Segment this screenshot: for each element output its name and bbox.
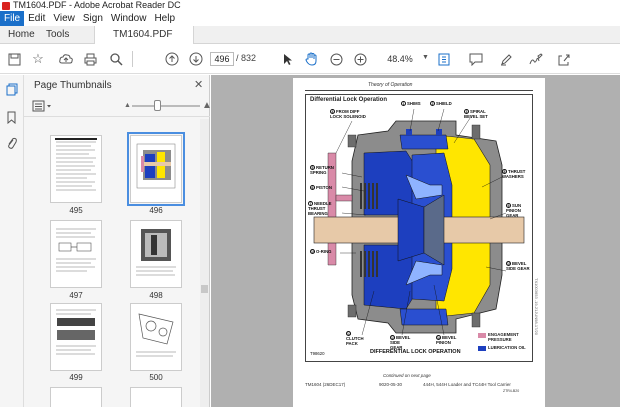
callout-sun-pinion-gear: 9 SUN PINION GEAR	[506, 203, 522, 218]
search-icon[interactable]	[108, 51, 124, 67]
menu-file[interactable]: File	[0, 11, 25, 26]
panel-title: Page Thumbnails	[34, 80, 112, 91]
header-rule	[305, 90, 533, 91]
zoom-level-field[interactable]: 48.4%	[380, 52, 420, 66]
bookmarks-icon[interactable]	[6, 111, 18, 125]
figure-frame: Differential Lock Operation 1 SHIMS 2 SH…	[305, 94, 533, 362]
footer-page-code: 9020-05-30	[379, 382, 403, 387]
footer-continued: Continued on next page	[383, 373, 431, 378]
callout-shield: 2 SHIELD	[430, 101, 452, 106]
callout-from-diff-lock: 4 FROM DIFF LOCK SOLENOID	[330, 109, 366, 119]
tab-tools[interactable]: Tools	[38, 26, 94, 44]
thumbnail-page-498[interactable]	[130, 220, 182, 288]
thumbnail-label: 499	[69, 373, 83, 382]
menu-bar: File Edit View Sign Window Help	[0, 11, 620, 26]
page-number-input[interactable]: 496	[210, 52, 234, 66]
thumbnail-page-next[interactable]	[50, 387, 102, 407]
share-icon[interactable]	[556, 51, 572, 67]
thumbnail-page-496[interactable]	[127, 132, 185, 206]
next-page-icon[interactable]	[188, 51, 204, 67]
menu-edit[interactable]: Edit	[24, 11, 49, 26]
callout-bevel-side-gear: 13BEVEL SIDE GEAR	[390, 335, 411, 350]
thumbnail-options-menu-icon[interactable]	[32, 100, 54, 112]
small-thumbnail-mountain-icon: ▲	[124, 102, 131, 109]
highlight-pen-icon[interactable]	[498, 51, 514, 67]
menu-window[interactable]: Window	[107, 11, 151, 26]
upload-cloud-icon[interactable]	[58, 51, 74, 67]
legend-swatch-engagement	[478, 333, 486, 338]
tab-bar: Home Tools TM1604.PDF	[0, 26, 620, 44]
footer-product: 444H, 544H Loader and TC44H Tool Carrier	[423, 382, 511, 387]
fit-page-icon[interactable]	[436, 51, 452, 67]
sign-icon[interactable]	[528, 51, 544, 67]
document-viewport[interactable]: Theory of Operation Differential Lock Op…	[211, 75, 620, 407]
left-navigation-rail	[0, 75, 24, 407]
thumbnail-page-next[interactable]	[130, 387, 182, 407]
side-reference-id: TX1003653 -19-21JUN98-17/20	[534, 278, 539, 335]
close-panel-icon[interactable]: ✕	[194, 78, 203, 91]
zoom-out-icon[interactable]	[328, 51, 344, 67]
window-title: TM1604.PDF - Adobe Acrobat Reader DC	[13, 0, 181, 10]
thumbnail-page-500[interactable]	[130, 303, 182, 371]
legend-engagement-pressure: ENGAGEMENT PRESSURE	[488, 332, 519, 342]
callout-return-spring: 5 RETURN SPRING	[310, 165, 334, 175]
figure-caption: DIFFERENTIAL LOCK OPERATION	[370, 349, 461, 355]
callout-bevel-pinion: 14BEVEL PINION	[436, 335, 457, 345]
zoom-in-icon[interactable]	[352, 51, 368, 67]
callout-shims: 1 SHIMS	[401, 101, 421, 106]
window-titlebar: TM1604.PDF - Adobe Acrobat Reader DC	[0, 0, 620, 11]
bookmark-star-icon[interactable]: ☆	[30, 51, 46, 67]
thumbnail-page-499[interactable]	[50, 303, 102, 371]
save-icon[interactable]	[6, 51, 22, 67]
thumbnail-size-slider-knob[interactable]	[154, 100, 161, 111]
main-toolbar: ☆ 496 / 832 48.4% ▼	[0, 44, 620, 74]
thumbnail-toolbar: ▲ ▲	[24, 95, 212, 117]
select-cursor-icon[interactable]	[280, 51, 296, 67]
tab-home[interactable]: Home	[0, 26, 38, 44]
callout-needle-thrust-bearing: 7 NEEDLE THRUST BEARING	[308, 201, 332, 216]
legend-lubrication-oil: LUBRICATION OIL	[488, 345, 526, 350]
page-thumbnails-panel: Page Thumbnails ✕ ▲ ▲ 495 496 497 498 49…	[24, 75, 212, 407]
toolbar-divider	[132, 51, 133, 67]
thumbnail-label: 498	[149, 291, 163, 300]
attachments-paperclip-icon[interactable]	[6, 137, 18, 150]
menu-sign[interactable]: Sign	[79, 11, 107, 26]
figure-id: T98620	[310, 351, 325, 356]
differential-cutaway-illustration	[313, 108, 525, 336]
acrobat-logo-icon	[2, 1, 10, 10]
thumbnail-page-495[interactable]	[50, 135, 102, 203]
zoom-dropdown-chevron-icon[interactable]: ▼	[422, 54, 429, 61]
thumbnail-label: 500	[149, 373, 163, 382]
callout-bevel-side-gear-right: 11BEVEL SIDE GEAR	[506, 261, 530, 271]
callout-piston: 6 PISTON	[310, 185, 332, 190]
previous-page-icon[interactable]	[164, 51, 180, 67]
thumbnail-size-slider[interactable]	[132, 105, 200, 107]
footer-code: ZTR4-B20	[503, 389, 520, 393]
thumbnail-scrollbar-thumb[interactable]	[201, 285, 208, 293]
comment-icon[interactable]	[468, 51, 484, 67]
callout-spiral-bevel-set: 3 SPIRAL BEVEL SET	[464, 109, 488, 119]
hand-tool-icon[interactable]	[303, 51, 319, 67]
thumbnail-label: 495	[69, 206, 83, 215]
thumbnail-page-497[interactable]	[50, 220, 102, 288]
menu-help[interactable]: Help	[150, 11, 179, 26]
print-icon[interactable]	[82, 51, 98, 67]
thumbnail-scrollbar[interactable]	[200, 119, 209, 407]
thumbnail-label: 497	[69, 291, 83, 300]
menu-view[interactable]: View	[49, 11, 79, 26]
pdf-page: Theory of Operation Differential Lock Op…	[293, 78, 545, 407]
thumbnail-label: 496	[149, 206, 163, 215]
legend-swatch-lubrication	[478, 346, 486, 351]
tab-document[interactable]: TM1604.PDF	[94, 26, 194, 44]
page-total-label: / 832	[236, 53, 257, 63]
callout-thrust-washers: 8 THRUST WASHERS	[502, 169, 526, 179]
page-thumbnails-icon[interactable]	[6, 83, 18, 96]
callout-clutch-pack: 12CLUTCH PACK	[346, 331, 364, 346]
page-header: Theory of Operation	[368, 82, 413, 88]
callout-o-ring: 10O-RING	[310, 249, 332, 254]
footer-manual-id: TM1604 (26DEC17)	[305, 382, 346, 387]
